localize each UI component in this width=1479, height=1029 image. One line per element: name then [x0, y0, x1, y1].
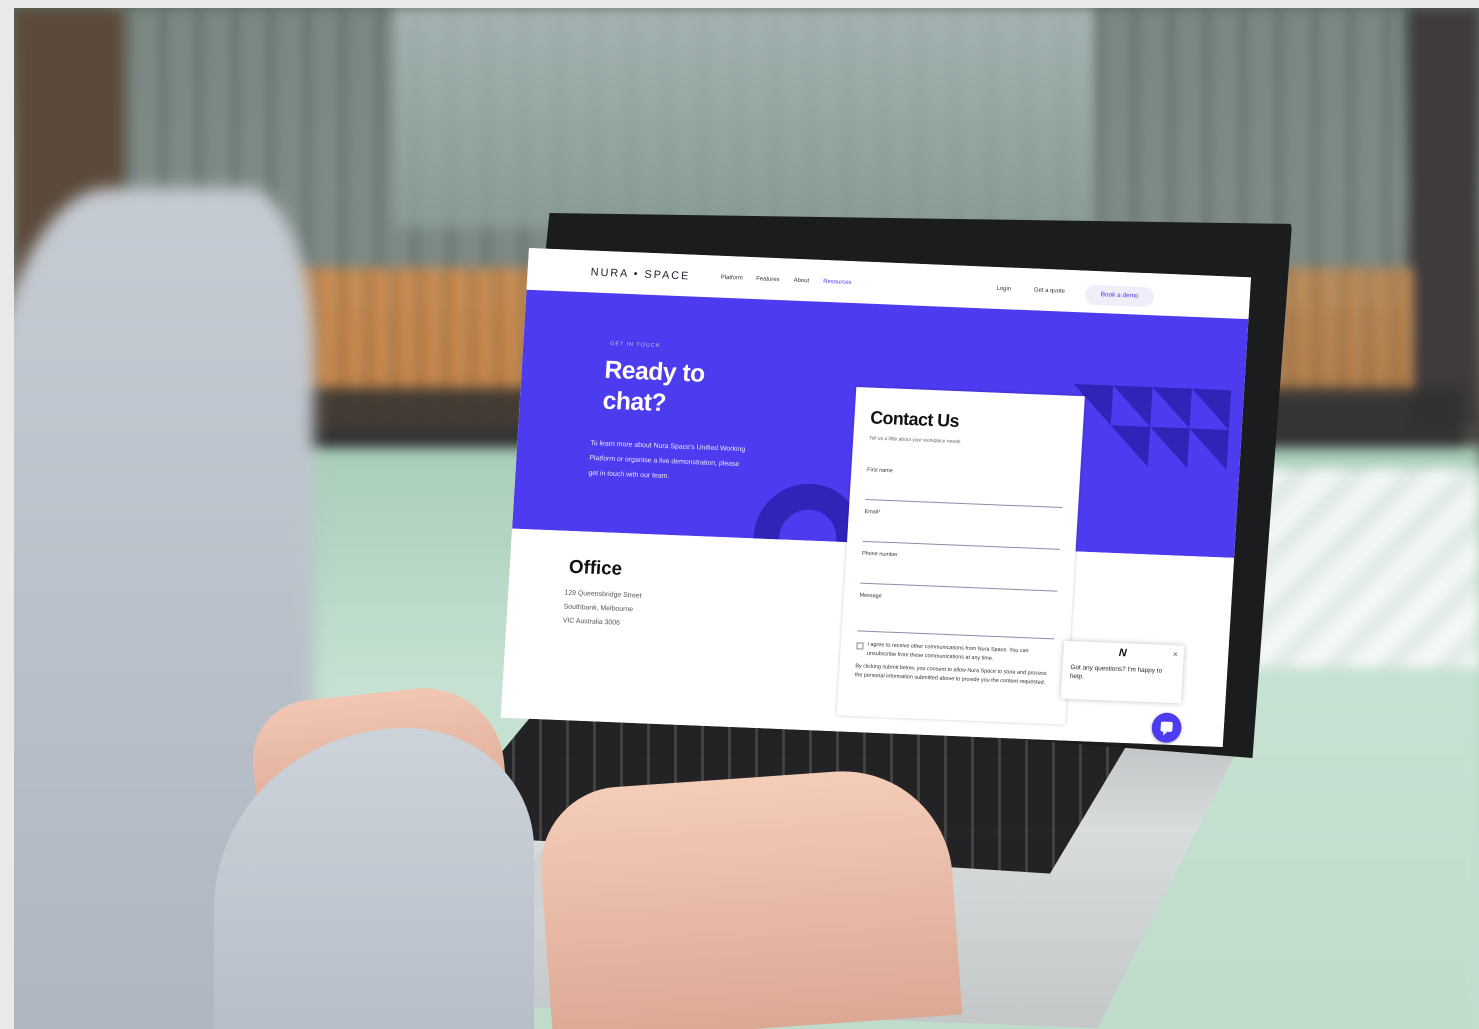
background-pillar-right	[1409, 8, 1479, 428]
email-field[interactable]	[862, 540, 1060, 550]
phone-label: Phone number	[861, 550, 898, 559]
right-hand	[535, 764, 963, 1029]
contact-heading: Contact Us	[869, 407, 960, 432]
office-address: 129 Queensbridge Street Southbank, Melbo…	[562, 587, 642, 632]
chat-close-icon[interactable]: ×	[1172, 649, 1178, 659]
background-window-light	[394, 8, 1094, 228]
consent-block: I agree to receive other communications …	[854, 640, 1053, 688]
hero-heading-line2: chat?	[601, 386, 667, 418]
chat-logo: N	[1118, 647, 1127, 660]
contact-form-card: Contact Us Tell us a little about your w…	[836, 386, 1085, 725]
hero-text: To learn more about Nura Space's Unified…	[588, 440, 746, 481]
photo-scene: NURA • SPACE Platform Features About Res…	[14, 8, 1479, 1029]
consent-optin-text: I agree to receive other communications …	[866, 641, 1029, 662]
nav-link-about[interactable]: About	[793, 278, 809, 285]
nav-link-features[interactable]: Features	[756, 276, 780, 283]
message-field[interactable]	[857, 630, 1055, 640]
phone-field[interactable]	[860, 582, 1058, 592]
book-demo-button[interactable]: Book a demo	[1084, 284, 1155, 308]
foam-panels	[1254, 468, 1479, 668]
contact-subheading: Tell us a little about your workplace ne…	[868, 435, 962, 446]
chat-message: Got any questions? I'm happy to help.	[1069, 663, 1163, 681]
chat-bubble-icon	[1160, 721, 1173, 736]
hero-heading: Ready to chat?	[602, 355, 753, 423]
first-name-label: First name	[866, 467, 893, 475]
first-name-field[interactable]	[865, 499, 1063, 509]
consent-checkbox[interactable]	[856, 642, 864, 650]
hero-eyebrow: GET IN TOUCH	[609, 341, 661, 350]
email-label: Email*	[864, 509, 881, 516]
message-label: Message	[859, 592, 882, 600]
office-heading: Office	[568, 556, 623, 580]
nav-login[interactable]: Login	[996, 286, 1011, 293]
chat-launcher-button[interactable]	[1150, 712, 1183, 744]
consent-optin-row: I agree to receive other communications …	[856, 640, 1054, 666]
consent-processing-text: By clicking submit below, you consent to…	[854, 663, 1047, 686]
hero-heading-line1: Ready to	[603, 355, 706, 388]
nav-link-platform[interactable]: Platform	[721, 275, 743, 282]
hero-triangle-pattern	[1073, 383, 1232, 470]
laptop-screen: NURA • SPACE Platform Features About Res…	[500, 248, 1252, 747]
nav-get-quote[interactable]: Get a quote	[1034, 287, 1065, 294]
nav-link-resources[interactable]: Resources	[823, 279, 852, 286]
chat-popup[interactable]: N × Got any questions? I'm happy to help…	[1060, 640, 1185, 704]
site-logo[interactable]: NURA • SPACE	[590, 266, 690, 282]
